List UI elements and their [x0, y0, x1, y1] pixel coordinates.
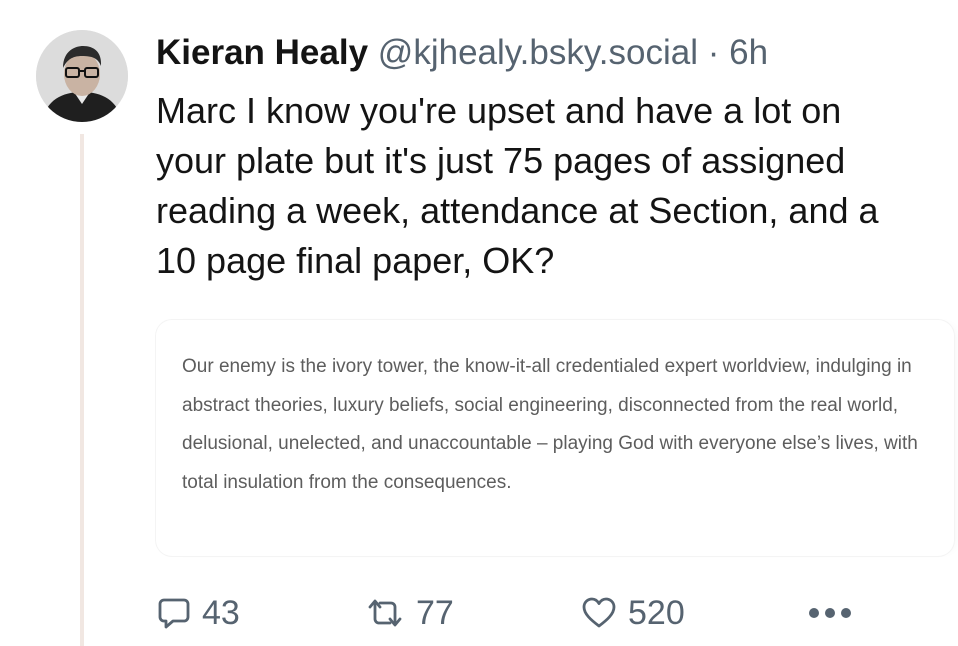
more-options-button[interactable]: [806, 588, 854, 638]
separator: ·: [707, 33, 720, 72]
action-bar: 43 77 520: [0, 588, 958, 638]
post-header: Kieran Healy @kjhealy.bsky.social · 6h: [156, 32, 768, 74]
like-count: 520: [628, 593, 685, 632]
like-button[interactable]: 520: [580, 588, 685, 638]
heart-icon: [580, 595, 618, 631]
repost-count: 77: [416, 593, 454, 632]
speech-bubble-icon: [156, 595, 192, 631]
repost-button[interactable]: 77: [364, 588, 454, 638]
ellipsis-icon: [806, 603, 854, 623]
thread-line: [80, 134, 84, 646]
repost-arrows-icon: [364, 595, 406, 631]
avatar-image: [36, 30, 128, 122]
post-text: Marc I know you're upset and have a lot …: [156, 90, 879, 281]
reply-count: 43: [202, 593, 240, 632]
author-handle[interactable]: @kjhealy.bsky.social: [378, 33, 698, 72]
timestamp[interactable]: 6h: [729, 33, 768, 72]
quote-card[interactable]: Our enemy is the ivory tower, the know-i…: [156, 320, 954, 556]
quote-text: Our enemy is the ivory tower, the know-i…: [182, 356, 918, 493]
author-name[interactable]: Kieran Healy: [156, 33, 368, 72]
post: Kieran Healy @kjhealy.bsky.social · 6h M…: [0, 0, 958, 646]
reply-button[interactable]: 43: [156, 588, 240, 638]
avatar[interactable]: [36, 30, 128, 122]
